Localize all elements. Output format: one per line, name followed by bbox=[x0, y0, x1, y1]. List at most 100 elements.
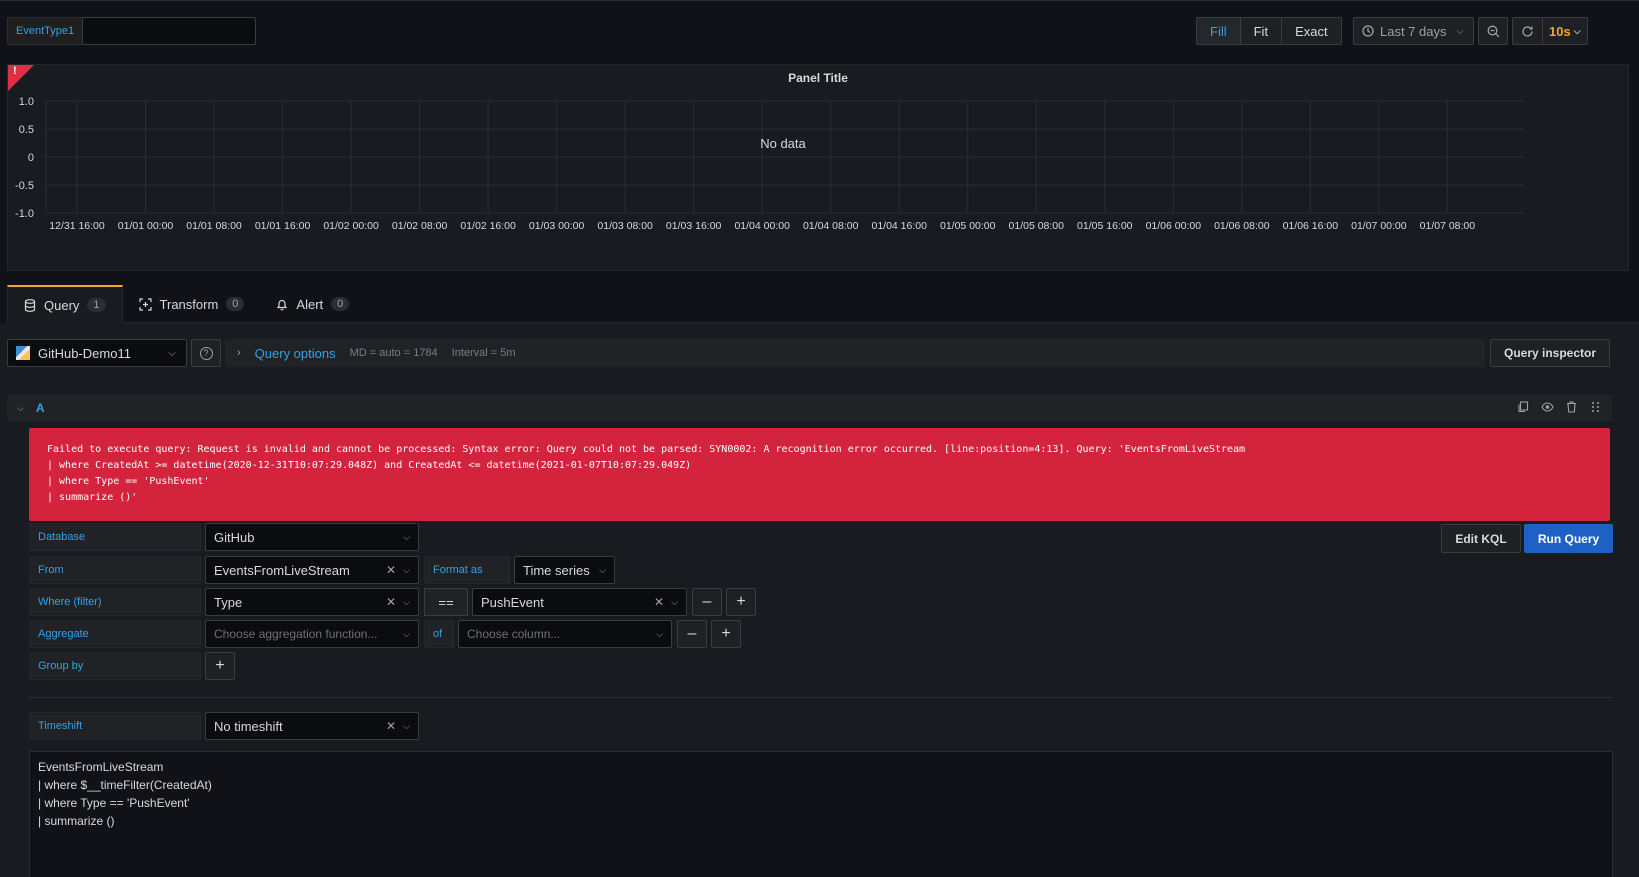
clear-icon[interactable]: ✕ bbox=[386, 563, 396, 577]
clear-icon[interactable]: ✕ bbox=[386, 719, 396, 733]
kql-line-1: EventsFromLiveStream bbox=[38, 760, 164, 774]
aggregate-placeholder: Choose aggregation function... bbox=[214, 627, 378, 641]
x-tick-label: 01/01 00:00 bbox=[118, 220, 174, 232]
database-select[interactable]: GitHub ⌵ bbox=[205, 523, 419, 551]
query-inspector-button[interactable]: Query inspector bbox=[1490, 339, 1610, 367]
error-line-4: | summarize ()' bbox=[47, 492, 138, 503]
bell-icon bbox=[277, 299, 288, 310]
kql-line-4: | summarize () bbox=[38, 814, 115, 828]
where-field-value: Type bbox=[214, 594, 243, 610]
view-mode-group: Fill Fit Exact bbox=[1196, 17, 1342, 45]
datasource-picker[interactable]: GitHub-Demo11 ⌵ bbox=[7, 339, 187, 367]
from-label: From bbox=[29, 556, 201, 584]
x-tick-label: 01/02 00:00 bbox=[323, 220, 379, 232]
remove-aggregate-button[interactable]: – bbox=[677, 620, 707, 648]
from-select[interactable]: EventsFromLiveStream ✕ ⌵ bbox=[205, 556, 419, 584]
where-field-select[interactable]: Type ✕ ⌵ bbox=[205, 588, 419, 616]
variable-label: EventType1 bbox=[7, 17, 84, 45]
x-tick-label: 01/04 08:00 bbox=[803, 220, 859, 232]
clear-icon[interactable]: ✕ bbox=[386, 595, 396, 609]
chevron-down-icon: ⌵ bbox=[403, 596, 410, 607]
database-icon bbox=[24, 298, 36, 312]
x-tick-label: 01/04 00:00 bbox=[734, 220, 790, 232]
tab-transform[interactable]: Transform 0 bbox=[123, 285, 261, 323]
edit-kql-button[interactable]: Edit KQL bbox=[1441, 524, 1521, 553]
chevron-down-icon: ⌵ bbox=[656, 628, 663, 639]
trash-icon[interactable] bbox=[1564, 400, 1578, 414]
tab-query-count: 1 bbox=[87, 298, 106, 312]
x-tick-label: 01/05 08:00 bbox=[1009, 220, 1065, 232]
chevron-down-icon: ⌵ bbox=[403, 720, 410, 731]
add-filter-button[interactable]: + bbox=[726, 588, 756, 616]
where-filter-label: Where (filter) bbox=[29, 588, 201, 616]
zoom-out-button[interactable] bbox=[1478, 17, 1508, 45]
refresh-interval-picker[interactable]: 10s ⌵ bbox=[1543, 18, 1587, 44]
clear-icon[interactable]: ✕ bbox=[654, 595, 664, 609]
datasource-name: GitHub-Demo11 bbox=[38, 345, 131, 361]
variable-input[interactable] bbox=[82, 17, 256, 45]
tab-query-label: Query bbox=[44, 297, 80, 313]
exact-button[interactable]: Exact bbox=[1282, 18, 1341, 44]
format-as-label: Format as bbox=[424, 556, 510, 584]
kql-line-2: | where $__timeFilter(CreatedAt) bbox=[38, 778, 212, 792]
chevron-down-icon[interactable]: ⌵ bbox=[17, 403, 24, 414]
add-aggregate-button[interactable]: + bbox=[711, 620, 741, 648]
fill-button[interactable]: Fill bbox=[1197, 18, 1241, 44]
minus-icon: – bbox=[702, 593, 712, 610]
query-error-alert: Failed to execute query: Request is inva… bbox=[29, 428, 1610, 521]
format-as-select[interactable]: Time series ⌵ bbox=[514, 556, 615, 584]
remove-filter-button[interactable]: – bbox=[692, 588, 722, 616]
x-tick-label: 01/02 08:00 bbox=[392, 220, 448, 232]
y-tick-label: -0.5 bbox=[15, 180, 34, 192]
x-tick-label: 01/01 16:00 bbox=[255, 220, 311, 232]
eye-icon[interactable] bbox=[1540, 400, 1554, 414]
column-placeholder: Choose column... bbox=[467, 627, 561, 641]
aggregate-select[interactable]: Choose aggregation function... ⌵ bbox=[205, 620, 419, 648]
add-group-by-button[interactable]: + bbox=[205, 652, 235, 680]
tab-query[interactable]: Query 1 bbox=[7, 285, 123, 323]
tab-alert[interactable]: Alert 0 bbox=[260, 285, 365, 323]
where-value-select[interactable]: PushEvent ✕ ⌵ bbox=[472, 588, 687, 616]
editor-tabs: Query 1 Transform 0 Alert 0 bbox=[7, 285, 365, 323]
chevron-down-icon: ⌵ bbox=[1573, 25, 1581, 36]
query-row-header[interactable]: ⌵ A bbox=[7, 395, 1612, 421]
timeshift-label: Timeshift bbox=[29, 712, 201, 740]
drag-handle-icon[interactable] bbox=[1588, 400, 1602, 414]
x-tick-label: 01/07 08:00 bbox=[1420, 220, 1476, 232]
graph-panel: ! Panel Title 1.0 0.5 0 -0.5 -1.0 12/31 16:00… bbox=[7, 64, 1629, 271]
fit-button[interactable]: Fit bbox=[1240, 18, 1283, 44]
datasource-help-button[interactable]: ? bbox=[191, 339, 221, 367]
tab-alert-count: 0 bbox=[331, 297, 350, 311]
query-options-bar[interactable]: › Query options MD = auto = 1784 Interva… bbox=[225, 339, 1485, 367]
timeshift-select[interactable]: No timeshift ✕ ⌵ bbox=[205, 712, 419, 740]
x-tick-label: 01/06 08:00 bbox=[1214, 220, 1270, 232]
refresh-button[interactable] bbox=[1513, 18, 1543, 44]
kql-editor[interactable]: EventsFromLiveStream | where $__timeFilt… bbox=[29, 751, 1613, 877]
aggregate-column-select[interactable]: Choose column... ⌵ bbox=[458, 620, 672, 648]
where-operator[interactable]: == bbox=[424, 588, 468, 616]
error-line-2: | where CreatedAt >= datetime(2020-12-31… bbox=[47, 460, 692, 471]
format-as-value: Time series bbox=[523, 562, 590, 578]
kusto-logo-icon bbox=[16, 346, 30, 360]
duplicate-icon[interactable] bbox=[1516, 400, 1530, 414]
x-tick-label: 01/03 16:00 bbox=[666, 220, 722, 232]
query-row-name: A bbox=[35, 401, 45, 415]
chevron-down-icon: ⌵ bbox=[1456, 25, 1464, 36]
chevron-down-icon: ⌵ bbox=[403, 531, 410, 542]
refresh-icon bbox=[1522, 25, 1533, 37]
minus-icon: – bbox=[687, 625, 697, 642]
zoom-out-icon bbox=[1487, 25, 1499, 37]
x-tick-label: 01/06 16:00 bbox=[1283, 220, 1339, 232]
run-query-button[interactable]: Run Query bbox=[1524, 524, 1613, 553]
time-range-picker[interactable]: Last 7 days ⌵ bbox=[1353, 17, 1474, 45]
y-tick-label: 0.5 bbox=[19, 124, 34, 136]
x-tick-label: 12/31 16:00 bbox=[49, 220, 105, 232]
x-tick-label: 01/06 00:00 bbox=[1146, 220, 1202, 232]
where-value: PushEvent bbox=[481, 594, 544, 610]
error-line-3: | where Type == 'PushEvent' bbox=[47, 476, 210, 487]
database-label: Database bbox=[29, 523, 201, 551]
x-tick-label: 01/02 16:00 bbox=[460, 220, 516, 232]
plus-icon: + bbox=[721, 625, 731, 642]
y-tick-label: 0 bbox=[28, 152, 34, 164]
tab-alert-label: Alert bbox=[296, 296, 324, 312]
